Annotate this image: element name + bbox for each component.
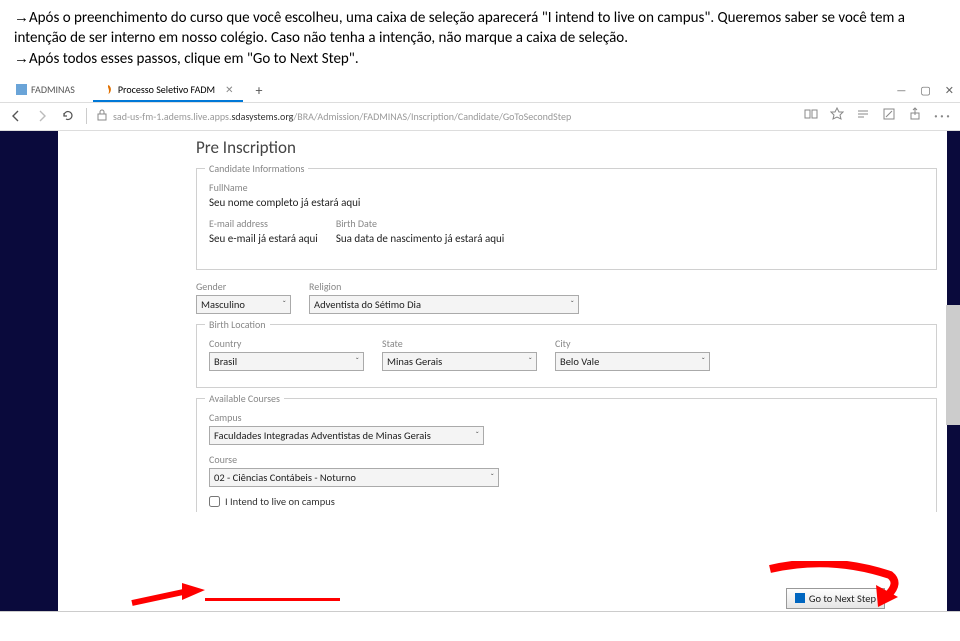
tab-bar: FADMINAS Processo Seletivo FADM ✕ + — ▢ …: [0, 75, 960, 103]
intend-campus-label: I Intend to live on campus: [225, 495, 335, 508]
url-part: sad-us-fm-1.adems.live.apps.: [113, 110, 232, 123]
chevron-down-icon: ˇ: [480, 472, 494, 483]
chevron-down-icon: ˇ: [465, 430, 479, 441]
section-gender-religion: Gender Masculinoˇ Religion Adventista do…: [196, 280, 937, 314]
maximize-button[interactable]: ▢: [920, 84, 930, 97]
birthdate-label: Birth Date: [336, 217, 505, 230]
flame-icon: [103, 84, 114, 95]
left-blue-bar: [0, 131, 58, 611]
reading-view-icon[interactable]: [804, 107, 818, 126]
religion-label: Religion: [309, 280, 579, 293]
section-legend: Available Courses: [205, 392, 284, 405]
notes-icon[interactable]: [882, 107, 896, 126]
city-select[interactable]: Belo Valeˇ: [555, 352, 710, 371]
fullname-label: FullName: [209, 181, 924, 194]
scrollbar[interactable]: [946, 305, 960, 425]
tab-fadminas[interactable]: FADMINAS: [6, 79, 85, 102]
country-label: Country: [209, 337, 364, 350]
lock-icon: [97, 109, 107, 124]
close-icon[interactable]: ✕: [225, 83, 233, 96]
new-tab-button[interactable]: +: [255, 82, 262, 99]
url-host: sdasystems.org: [232, 110, 294, 123]
country-select[interactable]: Brasilˇ: [209, 352, 364, 371]
url-path: /BRA/Admission/FADMINAS/Inscription/Cand…: [293, 110, 571, 123]
minimize-button[interactable]: —: [896, 84, 906, 97]
city-label: City: [555, 337, 710, 350]
instruction-text: →Após o preenchimento do curso que você …: [0, 0, 960, 75]
favorite-icon[interactable]: [830, 107, 844, 126]
birthdate-value: Sua data de nascimento já estará aqui: [336, 232, 505, 245]
address-bar[interactable]: sad-us-fm-1.adems.live.apps.sdasystems.o…: [97, 109, 794, 124]
chevron-down-icon: ˇ: [345, 356, 359, 367]
email-label: E-mail address: [209, 217, 318, 230]
arrow-icon: →: [14, 9, 29, 26]
section-legend: Candidate Informations: [205, 162, 308, 175]
hub-icon[interactable]: [856, 107, 870, 126]
back-button[interactable]: [8, 108, 24, 124]
fullname-value: Seu nome completo já estará aqui: [209, 196, 924, 209]
page-title: Pre Inscription: [196, 137, 947, 158]
page-content: Pre Inscription Candidate Informations F…: [0, 131, 960, 611]
tab-processo[interactable]: Processo Seletivo FADM ✕: [93, 79, 244, 102]
tab-label: Processo Seletivo FADM: [118, 83, 215, 96]
chevron-down-icon: ˇ: [560, 299, 574, 310]
intend-campus-checkbox[interactable]: [209, 496, 220, 507]
arrow-icon: →: [14, 50, 29, 67]
course-label: Course: [209, 453, 924, 466]
campus-select[interactable]: Faculdades Integradas Adventistas de Min…: [209, 426, 484, 445]
annotation-arrow-curved: [750, 561, 910, 611]
religion-select[interactable]: Adventista do Sétimo Diaˇ: [309, 295, 579, 314]
course-select[interactable]: 02 - Ciências Contábeis - Noturnoˇ: [209, 468, 499, 487]
gender-label: Gender: [196, 280, 291, 293]
chevron-down-icon: ˇ: [691, 356, 705, 367]
state-select[interactable]: Minas Geraisˇ: [382, 352, 537, 371]
state-label: State: [382, 337, 537, 350]
section-birth-location: Birth Location Country Brasilˇ State Min…: [196, 324, 937, 388]
campus-label: Campus: [209, 411, 924, 424]
close-window-button[interactable]: ✕: [945, 84, 954, 97]
gender-select[interactable]: Masculinoˇ: [196, 295, 291, 314]
chevron-down-icon: ˇ: [518, 356, 532, 367]
intend-campus-checkbox-row: I Intend to live on campus: [209, 495, 924, 508]
more-icon[interactable]: ···: [934, 107, 952, 126]
email-value: Seu e-mail já estará aqui: [209, 232, 318, 245]
section-available-courses: Available Courses Campus Faculdades Inte…: [196, 398, 937, 512]
site-icon: [16, 84, 27, 95]
tab-label: FADMINAS: [31, 83, 75, 96]
section-candidate-info: Candidate Informations FullName Seu nome…: [196, 168, 937, 270]
annotation-underline: [205, 598, 340, 601]
address-bar-row: sad-us-fm-1.adems.live.apps.sdasystems.o…: [0, 103, 960, 131]
section-legend: Birth Location: [205, 318, 270, 331]
share-icon[interactable]: [908, 107, 922, 126]
browser-window: FADMINAS Processo Seletivo FADM ✕ + — ▢ …: [0, 75, 960, 612]
annotation-arrow-left: [130, 583, 205, 607]
refresh-button[interactable]: [60, 108, 76, 124]
forward-button[interactable]: [34, 108, 50, 124]
chevron-down-icon: ˇ: [272, 299, 286, 310]
